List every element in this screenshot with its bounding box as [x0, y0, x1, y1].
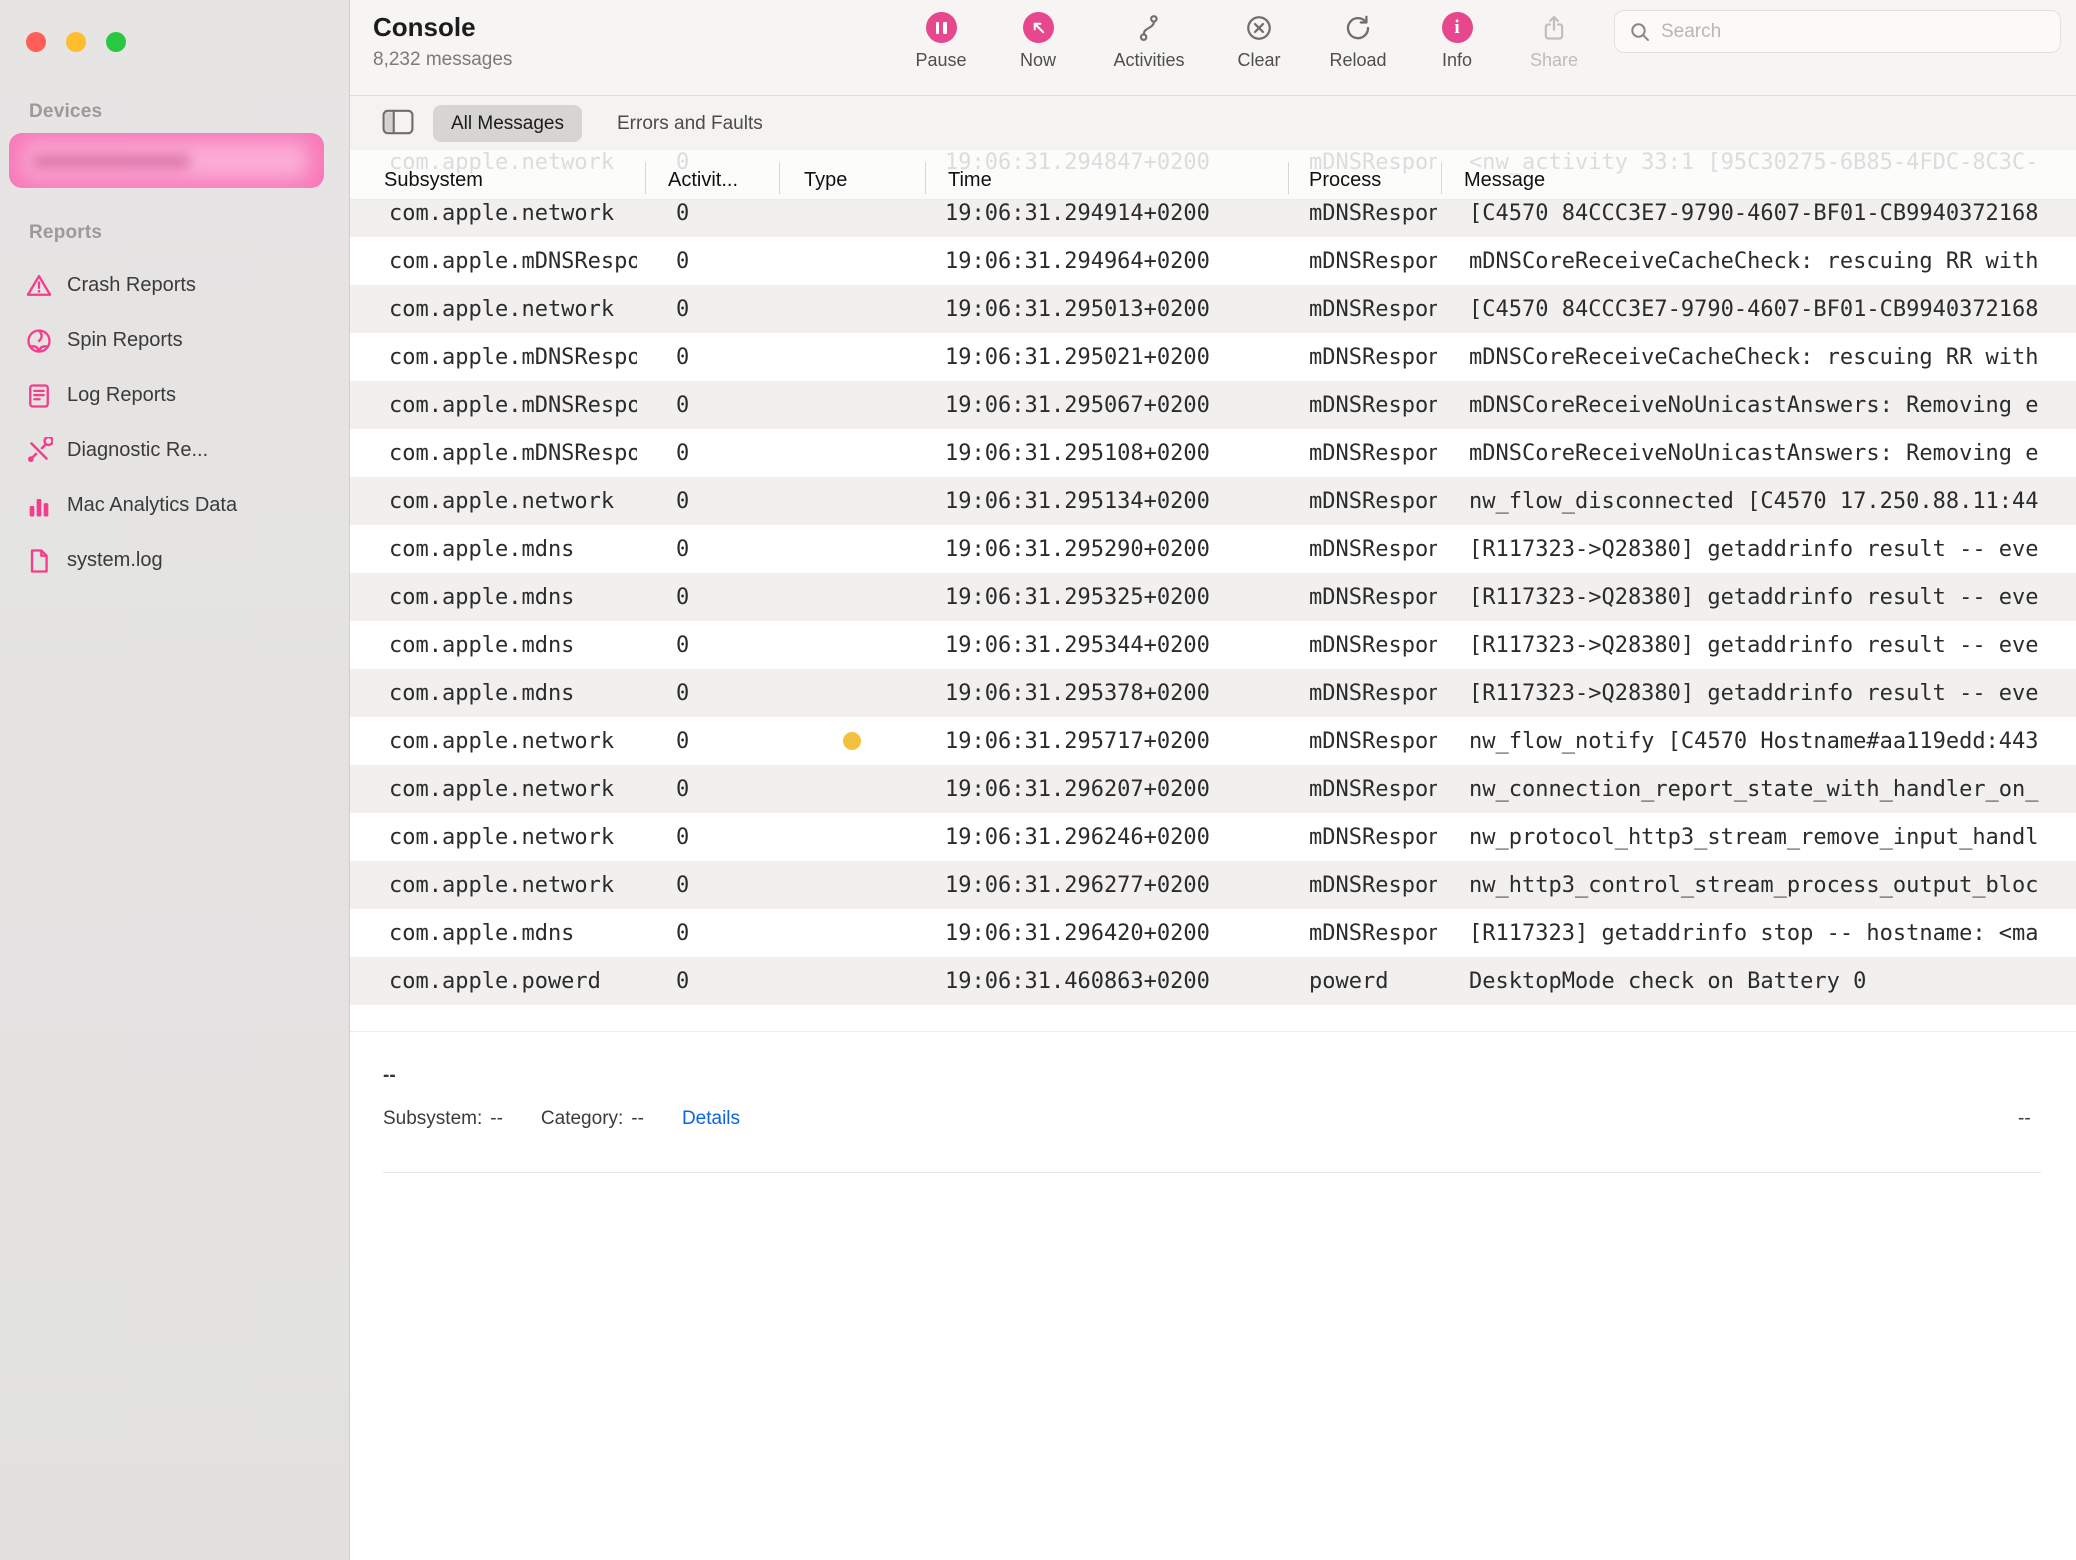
- column-divider[interactable]: [779, 162, 780, 194]
- sidebar-item-system-log[interactable]: system.log: [0, 533, 349, 588]
- log-document-icon: [25, 382, 53, 410]
- detail-pane: -- Subsystem: -- Category: -- Details --: [350, 1032, 2076, 1560]
- info-button[interactable]: i Info: [1402, 12, 1512, 71]
- info-icon: i: [1442, 12, 1473, 43]
- detail-divider: [383, 1172, 2041, 1173]
- log-table: com.apple.network019:06:31.294914+0200mD…: [350, 150, 2076, 1031]
- log-row[interactable]: com.apple.mDNSResponder019:06:31.294964+…: [350, 237, 2076, 285]
- search-placeholder: Search: [1661, 21, 1721, 43]
- fault-type-dot: [843, 732, 861, 750]
- share-button[interactable]: Share: [1499, 12, 1609, 71]
- bar-chart-icon: [25, 492, 53, 520]
- message-count: 8,232 messages: [373, 49, 512, 71]
- detail-right-value: --: [2018, 1108, 2031, 1130]
- column-header-process[interactable]: Process: [1309, 166, 1381, 194]
- sidebar-item-label: system.log: [67, 549, 163, 572]
- tab-bar: All Messages Errors and Faults: [350, 96, 2076, 151]
- sidebar-item-mac-analytics-data[interactable]: Mac Analytics Data: [0, 478, 349, 533]
- window-controls: [26, 32, 126, 52]
- close-window-button[interactable]: [26, 32, 46, 52]
- sidebar-item-log-reports[interactable]: Log Reports: [0, 368, 349, 423]
- table-header: com.apple.network 0 19:06:31.294847+0200…: [350, 150, 2076, 200]
- log-row[interactable]: com.apple.mDNSResponder019:06:31.295108+…: [350, 429, 2076, 477]
- log-row[interactable]: com.apple.mDNSResponder019:06:31.295021+…: [350, 333, 2076, 381]
- sidebar: Devices Reports Crash Reports: [0, 0, 350, 1560]
- column-divider[interactable]: [925, 162, 926, 194]
- tab-errors-and-faults[interactable]: Errors and Faults: [617, 105, 763, 142]
- sidebar-item-label: Mac Analytics Data: [67, 494, 237, 517]
- column-divider[interactable]: [645, 162, 646, 194]
- now-button[interactable]: Now: [983, 12, 1093, 71]
- zoom-window-button[interactable]: [106, 32, 126, 52]
- log-row[interactable]: com.apple.network019:06:31.296207+0200mD…: [350, 765, 2076, 813]
- arrow-up-left-icon: [1023, 12, 1054, 43]
- details-link[interactable]: Details: [682, 1108, 740, 1130]
- column-header-type[interactable]: Type: [804, 166, 847, 194]
- devices-section-header: Devices: [29, 101, 102, 123]
- sidebar-item-label: Diagnostic Re...: [67, 439, 208, 462]
- log-row[interactable]: com.apple.mDNSResponder019:06:31.295067+…: [350, 381, 2076, 429]
- log-row[interactable]: com.apple.mdns019:06:31.295344+0200mDNSR…: [350, 621, 2076, 669]
- pause-button[interactable]: Pause: [886, 12, 996, 71]
- log-row[interactable]: com.apple.network019:06:31.295717+0200mD…: [350, 717, 2076, 765]
- pinwheel-icon: [25, 327, 53, 355]
- sidebar-item-diagnostic-reports[interactable]: Diagnostic Re...: [0, 423, 349, 478]
- log-row[interactable]: com.apple.mdns019:06:31.296420+0200mDNSR…: [350, 909, 2076, 957]
- search-icon: [1629, 21, 1651, 43]
- pause-icon: [926, 12, 957, 43]
- activities-button[interactable]: Activities: [1094, 12, 1204, 71]
- window-title: Console: [373, 12, 512, 43]
- clear-button[interactable]: Clear: [1204, 12, 1314, 71]
- sidebar-item-label: Log Reports: [67, 384, 176, 407]
- main-content: Console 8,232 messages Pause Now: [350, 0, 2076, 1560]
- column-divider[interactable]: [1288, 162, 1289, 194]
- minimize-window-button[interactable]: [66, 32, 86, 52]
- tab-all-messages[interactable]: All Messages: [433, 105, 582, 142]
- reload-button[interactable]: Reload: [1303, 12, 1413, 71]
- reports-list: Crash Reports Spin Reports: [0, 258, 349, 588]
- sidebar-item-spin-reports[interactable]: Spin Reports: [0, 313, 349, 368]
- log-row[interactable]: com.apple.powerd019:06:31.460863+0200pow…: [350, 957, 2076, 1005]
- detail-category-label: Category:: [541, 1108, 623, 1130]
- sidebar-item-crash-reports[interactable]: Crash Reports: [0, 258, 349, 313]
- detail-subsystem-value: --: [490, 1108, 503, 1130]
- log-row[interactable]: com.apple.mdns019:06:31.295378+0200mDNSR…: [350, 669, 2076, 717]
- crossed-tools-icon: [25, 437, 53, 465]
- sidebar-item-label: Crash Reports: [67, 274, 196, 297]
- detail-meta: Subsystem: -- Category: -- Details: [383, 1108, 740, 1130]
- search-input[interactable]: Search: [1614, 10, 2061, 53]
- column-header-subsystem[interactable]: Subsystem: [384, 166, 483, 194]
- reload-icon: [1343, 12, 1374, 43]
- log-row[interactable]: com.apple.mdns019:06:31.295290+0200mDNSR…: [350, 525, 2076, 573]
- activity-path-icon: [1134, 12, 1165, 43]
- log-row[interactable]: com.apple.network019:06:31.295013+0200mD…: [350, 285, 2076, 333]
- column-header-activity[interactable]: Activit...: [668, 166, 738, 194]
- column-divider[interactable]: [1441, 162, 1442, 194]
- device-name-redacted: [31, 154, 191, 169]
- reports-section-header: Reports: [29, 222, 102, 244]
- column-header-time[interactable]: Time: [948, 166, 992, 194]
- log-row[interactable]: com.apple.network019:06:31.296246+0200mD…: [350, 813, 2076, 861]
- detail-subsystem-label: Subsystem:: [383, 1108, 482, 1130]
- page-icon: [25, 547, 53, 575]
- log-row[interactable]: com.apple.mdns019:06:31.295325+0200mDNSR…: [350, 573, 2076, 621]
- warning-triangle-icon: [25, 272, 53, 300]
- log-row[interactable]: com.apple.network019:06:31.295134+0200mD…: [350, 477, 2076, 525]
- toolbar: Console 8,232 messages Pause Now: [350, 0, 2076, 96]
- console-window: Devices Reports Crash Reports: [0, 0, 2076, 1560]
- column-header-message[interactable]: Message: [1464, 166, 1545, 194]
- clear-circle-x-icon: [1244, 12, 1275, 43]
- sidebar-item-selected-device[interactable]: [9, 133, 324, 188]
- log-row[interactable]: com.apple.network019:06:31.296277+0200mD…: [350, 861, 2076, 909]
- table-rows: com.apple.network019:06:31.294914+0200mD…: [350, 189, 2076, 1005]
- detail-title: --: [383, 1065, 396, 1087]
- sidebar-item-label: Spin Reports: [67, 329, 183, 352]
- detail-category-value: --: [631, 1108, 644, 1130]
- share-icon: [1539, 12, 1570, 43]
- sidebar-toggle-icon[interactable]: [382, 109, 414, 135]
- title-block: Console 8,232 messages: [373, 12, 512, 71]
- column-headers: Subsystem Activit... Type Time Process M…: [350, 166, 2076, 196]
